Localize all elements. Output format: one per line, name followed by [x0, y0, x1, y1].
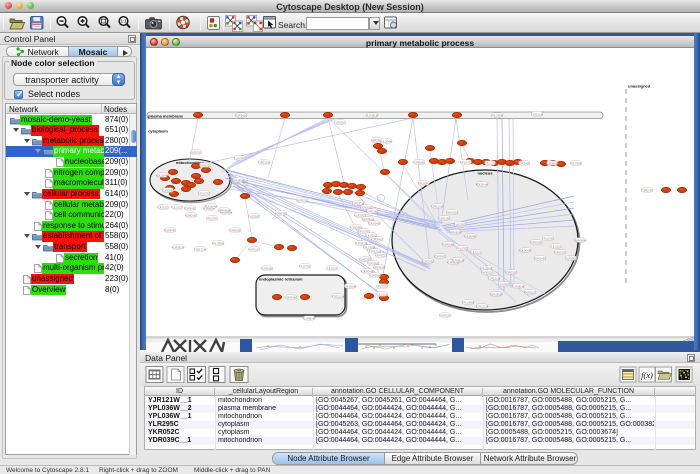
- svg-text:plasma membrane: plasma membrane: [148, 114, 184, 119]
- svg-text:YJR121W: YJR121W: [332, 294, 345, 298]
- svg-text:YPL078C: YPL078C: [299, 264, 311, 268]
- svg-text:YJR121W: YJR121W: [488, 276, 501, 280]
- svg-text:YDR345C: YDR345C: [534, 256, 547, 260]
- svg-text:YGR008C: YGR008C: [185, 213, 198, 217]
- svg-text:YJR121W: YJR121W: [476, 304, 489, 308]
- svg-text:YDR039C: YDR039C: [438, 216, 451, 220]
- svg-text:YDL004W: YDL004W: [464, 234, 477, 238]
- svg-text:YBR085W: YBR085W: [217, 208, 230, 212]
- svg-text:YDR039C: YDR039C: [641, 188, 654, 192]
- svg-text:YPL078C: YPL078C: [460, 160, 472, 164]
- svg-text:unassigned: unassigned: [628, 84, 651, 89]
- svg-text:YDR345C: YDR345C: [235, 113, 248, 117]
- svg-text:YBR085W: YBR085W: [573, 238, 586, 242]
- svg-text:YPL078C: YPL078C: [376, 284, 388, 288]
- svg-text:YDL004W: YDL004W: [205, 204, 218, 208]
- svg-text:YJL012C: YJL012C: [376, 292, 388, 296]
- svg-text:YKR052C: YKR052C: [524, 290, 536, 294]
- svg-text:YLR081W: YLR081W: [452, 258, 465, 262]
- svg-text:YPL036W: YPL036W: [212, 241, 225, 245]
- svg-text:YGR008C: YGR008C: [369, 273, 382, 277]
- svg-text:YGR008C: YGR008C: [261, 266, 274, 270]
- svg-text:YBR085W: YBR085W: [372, 265, 385, 269]
- svg-text:YDR345C: YDR345C: [371, 237, 384, 241]
- svg-text:YDR039C: YDR039C: [366, 209, 379, 213]
- svg-text:cytoplasm: cytoplasm: [148, 129, 168, 134]
- svg-text:YKR052C: YKR052C: [296, 198, 308, 202]
- svg-text:YLR295C: YLR295C: [565, 256, 577, 260]
- svg-text:YLR081W: YLR081W: [546, 161, 559, 165]
- svg-text:YLR081W: YLR081W: [303, 316, 316, 320]
- svg-text:YDR345C: YDR345C: [434, 254, 447, 258]
- svg-text:YJR121W: YJR121W: [194, 247, 207, 251]
- svg-text:YLR081W: YLR081W: [172, 245, 185, 249]
- svg-text:YJL012C: YJL012C: [484, 161, 496, 165]
- svg-text:YDR345C: YDR345C: [285, 295, 298, 299]
- svg-text:YPL036W: YPL036W: [344, 284, 357, 288]
- svg-text:YDR345C: YDR345C: [422, 259, 435, 263]
- svg-text:YJL012C: YJL012C: [550, 244, 562, 248]
- svg-text:YLR081W: YLR081W: [512, 284, 525, 288]
- svg-text:YPL078C: YPL078C: [206, 216, 218, 220]
- svg-text:YDR345C: YDR345C: [518, 161, 531, 165]
- svg-text:YJR121W: YJR121W: [531, 112, 544, 116]
- svg-text:YDR039C: YDR039C: [229, 228, 242, 232]
- svg-text:YLR081W: YLR081W: [366, 113, 379, 117]
- svg-text:nucleus: nucleus: [477, 171, 493, 176]
- svg-text:YLR295C: YLR295C: [248, 214, 260, 218]
- svg-text:YLR295C: YLR295C: [454, 222, 466, 226]
- svg-text:YKR052C: YKR052C: [481, 270, 493, 274]
- svg-text:YKR052C: YKR052C: [190, 150, 202, 154]
- svg-text:YJL012C: YJL012C: [470, 250, 482, 254]
- svg-text:YLR295C: YLR295C: [234, 156, 246, 160]
- svg-text:YGR008C: YGR008C: [162, 188, 175, 192]
- svg-text:YPL078C: YPL078C: [542, 236, 554, 240]
- svg-text:YDL004W: YDL004W: [380, 139, 393, 143]
- svg-text:YDL004W: YDL004W: [519, 248, 532, 252]
- svg-text:YGR008C: YGR008C: [442, 242, 455, 246]
- svg-text:f(x): f(x): [641, 370, 653, 380]
- svg-text:1:1: 1:1: [120, 19, 127, 24]
- svg-text:YPL036W: YPL036W: [462, 300, 475, 304]
- svg-text:YJL012C: YJL012C: [171, 205, 183, 209]
- svg-text:YJL012C: YJL012C: [157, 205, 169, 209]
- svg-text:YPL036W: YPL036W: [570, 161, 583, 165]
- svg-text:YPL036W: YPL036W: [418, 181, 431, 185]
- svg-text:YDL004W: YDL004W: [156, 173, 169, 177]
- svg-text:YDR039C: YDR039C: [275, 211, 288, 215]
- svg-text:YKR052C: YKR052C: [446, 210, 458, 214]
- svg-text:YJR121W: YJR121W: [258, 160, 271, 164]
- svg-text:YKR052C: YKR052C: [375, 253, 387, 257]
- svg-text:YLR295C: YLR295C: [334, 120, 346, 124]
- svg-text:YDR039C: YDR039C: [554, 250, 567, 254]
- svg-text:YDL004W: YDL004W: [368, 221, 381, 225]
- svg-text:YKR052C: YKR052C: [439, 313, 451, 317]
- svg-text:YJR121W: YJR121W: [431, 204, 444, 208]
- svg-text:YBR085W: YBR085W: [231, 178, 244, 182]
- svg-text:YLR295C: YLR295C: [498, 282, 510, 286]
- svg-text:YPL078C: YPL078C: [198, 191, 210, 195]
- svg-text:YPL036W: YPL036W: [491, 113, 504, 117]
- svg-text:YPL078C: YPL078C: [456, 246, 468, 250]
- svg-text:endoplasmic reticulum: endoplasmic reticulum: [259, 277, 303, 282]
- svg-text:YBR085W: YBR085W: [489, 292, 502, 296]
- svg-text:YDR039C: YDR039C: [199, 163, 212, 167]
- svg-text:YDR345C: YDR345C: [184, 206, 197, 210]
- svg-text:YDL004W: YDL004W: [476, 182, 489, 186]
- svg-text:YKR052C: YKR052C: [248, 247, 260, 251]
- svg-text:YGR008C: YGR008C: [413, 160, 426, 164]
- svg-text:YBR085W: YBR085W: [448, 230, 461, 234]
- svg-text:YGR008C: YGR008C: [530, 240, 543, 244]
- svg-text:YDR039C: YDR039C: [505, 270, 518, 274]
- svg-text:YJL012C: YJL012C: [326, 266, 338, 270]
- svg-text:YDR345C: YDR345C: [164, 228, 177, 232]
